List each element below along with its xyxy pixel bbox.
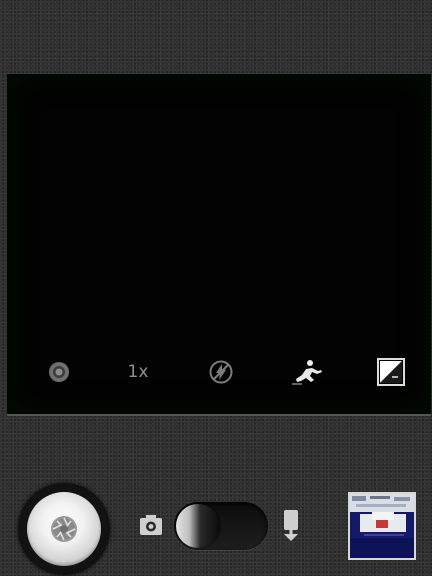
camera-icon[interactable] [138, 512, 164, 538]
zoom-level-label: 1x [127, 362, 149, 382]
flash-button[interactable] [203, 354, 239, 390]
scene-mode-button[interactable] [288, 354, 324, 390]
exposure-button[interactable] [373, 354, 409, 390]
video-camera-icon[interactable] [278, 508, 304, 542]
aperture-icon [51, 516, 77, 542]
camera-controls-bar [0, 420, 432, 576]
camera-viewfinder[interactable]: 1x [7, 73, 431, 416]
last-photo-thumbnail [350, 494, 414, 558]
shutter-button[interactable] [18, 483, 110, 575]
flash-off-icon [209, 360, 233, 384]
zoom-button[interactable]: 1x [120, 354, 156, 390]
settings-dot-icon [49, 362, 69, 382]
camera-video-mode-toggle[interactable] [174, 502, 268, 550]
shutter-button-face [27, 492, 101, 566]
gallery-thumbnail-button[interactable] [348, 492, 416, 560]
camera-settings-bar: 1x [7, 354, 431, 390]
scene-action-icon [292, 360, 322, 385]
exposure-icon [377, 358, 405, 386]
settings-button[interactable] [41, 354, 77, 390]
toggle-knob[interactable] [176, 504, 220, 548]
